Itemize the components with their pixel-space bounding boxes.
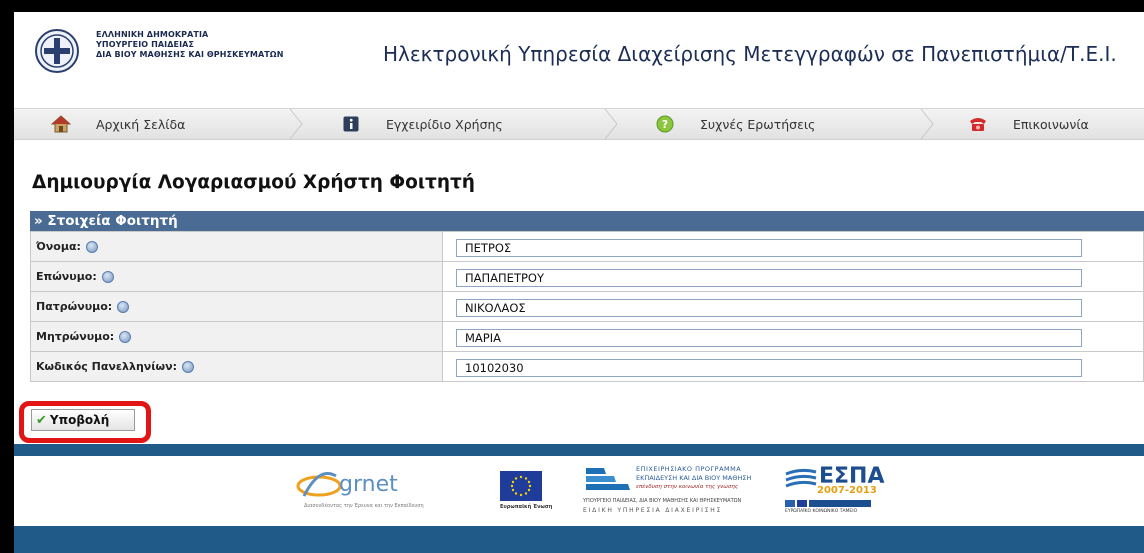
screen-border-left — [0, 0, 14, 553]
mother-name-input[interactable] — [456, 328, 1082, 347]
program-line-5: ΕΙΔΙΚΗ ΥΠΗΡΕΣΙΑ ΔΙΑΧΕΙΡΙΣΗΣ — [583, 507, 723, 514]
eu-caption: Ευρωπαϊκή Ένωση — [500, 504, 553, 510]
student-details-form: Όνομα: Επώνυμο: Πατρώνυμο: Μη — [30, 231, 1144, 382]
help-icon[interactable] — [85, 240, 98, 253]
submit-label: Υποβολή — [49, 413, 110, 427]
espa-caption: ΕΥΡΩΠΑΪΚΟ ΚΟΙΝΩΝΙΚΟ ΤΑΜΕΙΟ — [785, 509, 858, 514]
submit-highlight: ✔ Υποβολή — [19, 401, 151, 443]
svg-text:?: ? — [662, 118, 668, 131]
father-name-input[interactable] — [456, 298, 1082, 317]
footer-bar-bottom — [14, 526, 1144, 553]
phone-icon — [967, 114, 989, 134]
last-name-label: Επώνυμο: — [36, 270, 97, 283]
nav-item-label: Εγχειρίδιο Χρήσης — [386, 116, 503, 132]
checkmark-icon: ✔ — [36, 412, 47, 428]
screen-border-top — [0, 0, 1144, 12]
help-icon[interactable] — [101, 270, 114, 283]
eu-flag-icon — [500, 471, 542, 501]
home-icon — [50, 114, 72, 134]
father-name-label: Πατρώνυμο: — [36, 300, 113, 313]
nav-separator — [289, 109, 303, 139]
program-line-4: ΥΠΟΥΡΓΕΙΟ ΠΑΙΔΕΙΑΣ, ΔΙΑ ΒΙΟΥ ΜΑΘΗΣΗΣ ΚΑΙ… — [583, 498, 742, 504]
grnet-tagline: Διασυνδέοντας την Έρευνα και την Εκπαίδε… — [304, 503, 424, 509]
ministry-line-1: ΕΛΛΗΝΙΚΗ ΔΗΜΟΚΡΑΤΙΑ — [96, 30, 209, 39]
nav-item-contact[interactable]: Επικοινωνία — [967, 109, 1089, 139]
form-row-father-name: Πατρώνυμο: — [30, 291, 1144, 322]
espa-years: 2007-2013 — [817, 485, 877, 496]
submit-button[interactable]: ✔ Υποβολή — [31, 409, 135, 431]
exam-code-label: Κωδικός Πανελληνίων: — [36, 360, 178, 373]
form-row-exam-code: Κωδικός Πανελληνίων: — [30, 351, 1144, 382]
info-icon — [340, 114, 362, 134]
ministry-line-2: ΥΠΟΥΡΓΕΙΟ ΠΑΙΔΕΙΑΣ — [96, 40, 195, 49]
nav-item-label: Αρχική Σελίδα — [96, 116, 186, 132]
program-logo-icon — [586, 468, 630, 490]
nav-item-label: Επικοινωνία — [1013, 116, 1089, 132]
help-icon[interactable] — [117, 300, 130, 313]
last-name-input[interactable] — [456, 268, 1082, 287]
program-line-3: επένδυση στην κοινωνία της γνώσης — [636, 484, 739, 490]
first-name-input[interactable] — [456, 238, 1082, 257]
form-row-mother-name: Μητρώνυμο: — [30, 321, 1144, 352]
program-line-1: ΕΠΙΧΕΙΡΗΣΙΑΚΟ ΠΡΟΓΡΑΜΜΑ — [636, 465, 742, 473]
mother-name-label: Μητρώνυμο: — [36, 330, 115, 343]
form-row-last-name: Επώνυμο: — [30, 261, 1144, 292]
nav-item-manual[interactable]: Εγχειρίδιο Χρήσης — [340, 109, 503, 139]
first-name-label: Όνομα: — [36, 240, 81, 253]
help-icon[interactable] — [182, 360, 195, 373]
grnet-logo-icon — [296, 472, 342, 497]
program-line-2: ΕΚΠΑΙΔΕΥΣΗ ΚΑΙ ΔΙΑ ΒΙΟΥ ΜΑΘΗΣΗ — [636, 474, 752, 482]
ministry-name: ΕΛΛΗΝΙΚΗ ΔΗΜΟΚΡΑΤΙΑ ΥΠΟΥΡΓΕΙΟ ΠΑΙΔΕΙΑΣ Δ… — [96, 30, 284, 60]
page: ΕΛΛΗΝΙΚΗ ΔΗΜΟΚΡΑΤΙΑ ΥΠΟΥΡΓΕΙΟ ΠΑΙΔΕΙΑΣ Δ… — [14, 12, 1144, 553]
nav-item-home[interactable]: Αρχική Σελίδα — [50, 109, 185, 139]
espa-swoosh-icon — [785, 468, 817, 488]
form-row-first-name: Όνομα: — [30, 231, 1144, 262]
nav-item-faq[interactable]: ? Συχνές Ερωτήσεις — [654, 109, 815, 139]
nav-separator — [604, 109, 618, 139]
page-title: Δημιουργία Λογαριασμού Χρήστη Φοιτητή — [32, 172, 475, 193]
nav-item-label: Συχνές Ερωτήσεις — [700, 116, 816, 132]
main-nav: Αρχική Σελίδα Εγχειρίδιο Χρήσης ? Συχνές… — [14, 108, 1144, 140]
exam-code-input[interactable] — [456, 358, 1082, 377]
ministry-line-3: ΔΙΑ ΒΙΟΥ ΜΑΘΗΣΗΣ ΚΑΙ ΘΡΗΣΚΕΥΜΑΤΩΝ — [96, 50, 284, 59]
footer-logos: grnet Διασυνδέοντας την Έρευνα και την Ε… — [14, 456, 1144, 526]
site-header: ΕΛΛΗΝΙΚΗ ΔΗΜΟΚΡΑΤΙΑ ΥΠΟΥΡΓΕΙΟ ΠΑΙΔΕΙΑΣ Δ… — [14, 12, 1144, 106]
section-header: » Στοιχεία Φοιτητή — [30, 211, 1144, 231]
help-icon: ? — [654, 114, 676, 134]
espa-flags-icon — [785, 500, 871, 507]
site-title: Ηλεκτρονική Υπηρεσία Διαχείρισης Μετεγγρ… — [383, 42, 1117, 66]
greek-emblem-icon — [35, 29, 79, 73]
footer-bar-top — [14, 444, 1144, 456]
grnet-name: grnet — [339, 472, 398, 497]
help-icon[interactable] — [119, 330, 132, 343]
nav-separator — [920, 109, 934, 139]
